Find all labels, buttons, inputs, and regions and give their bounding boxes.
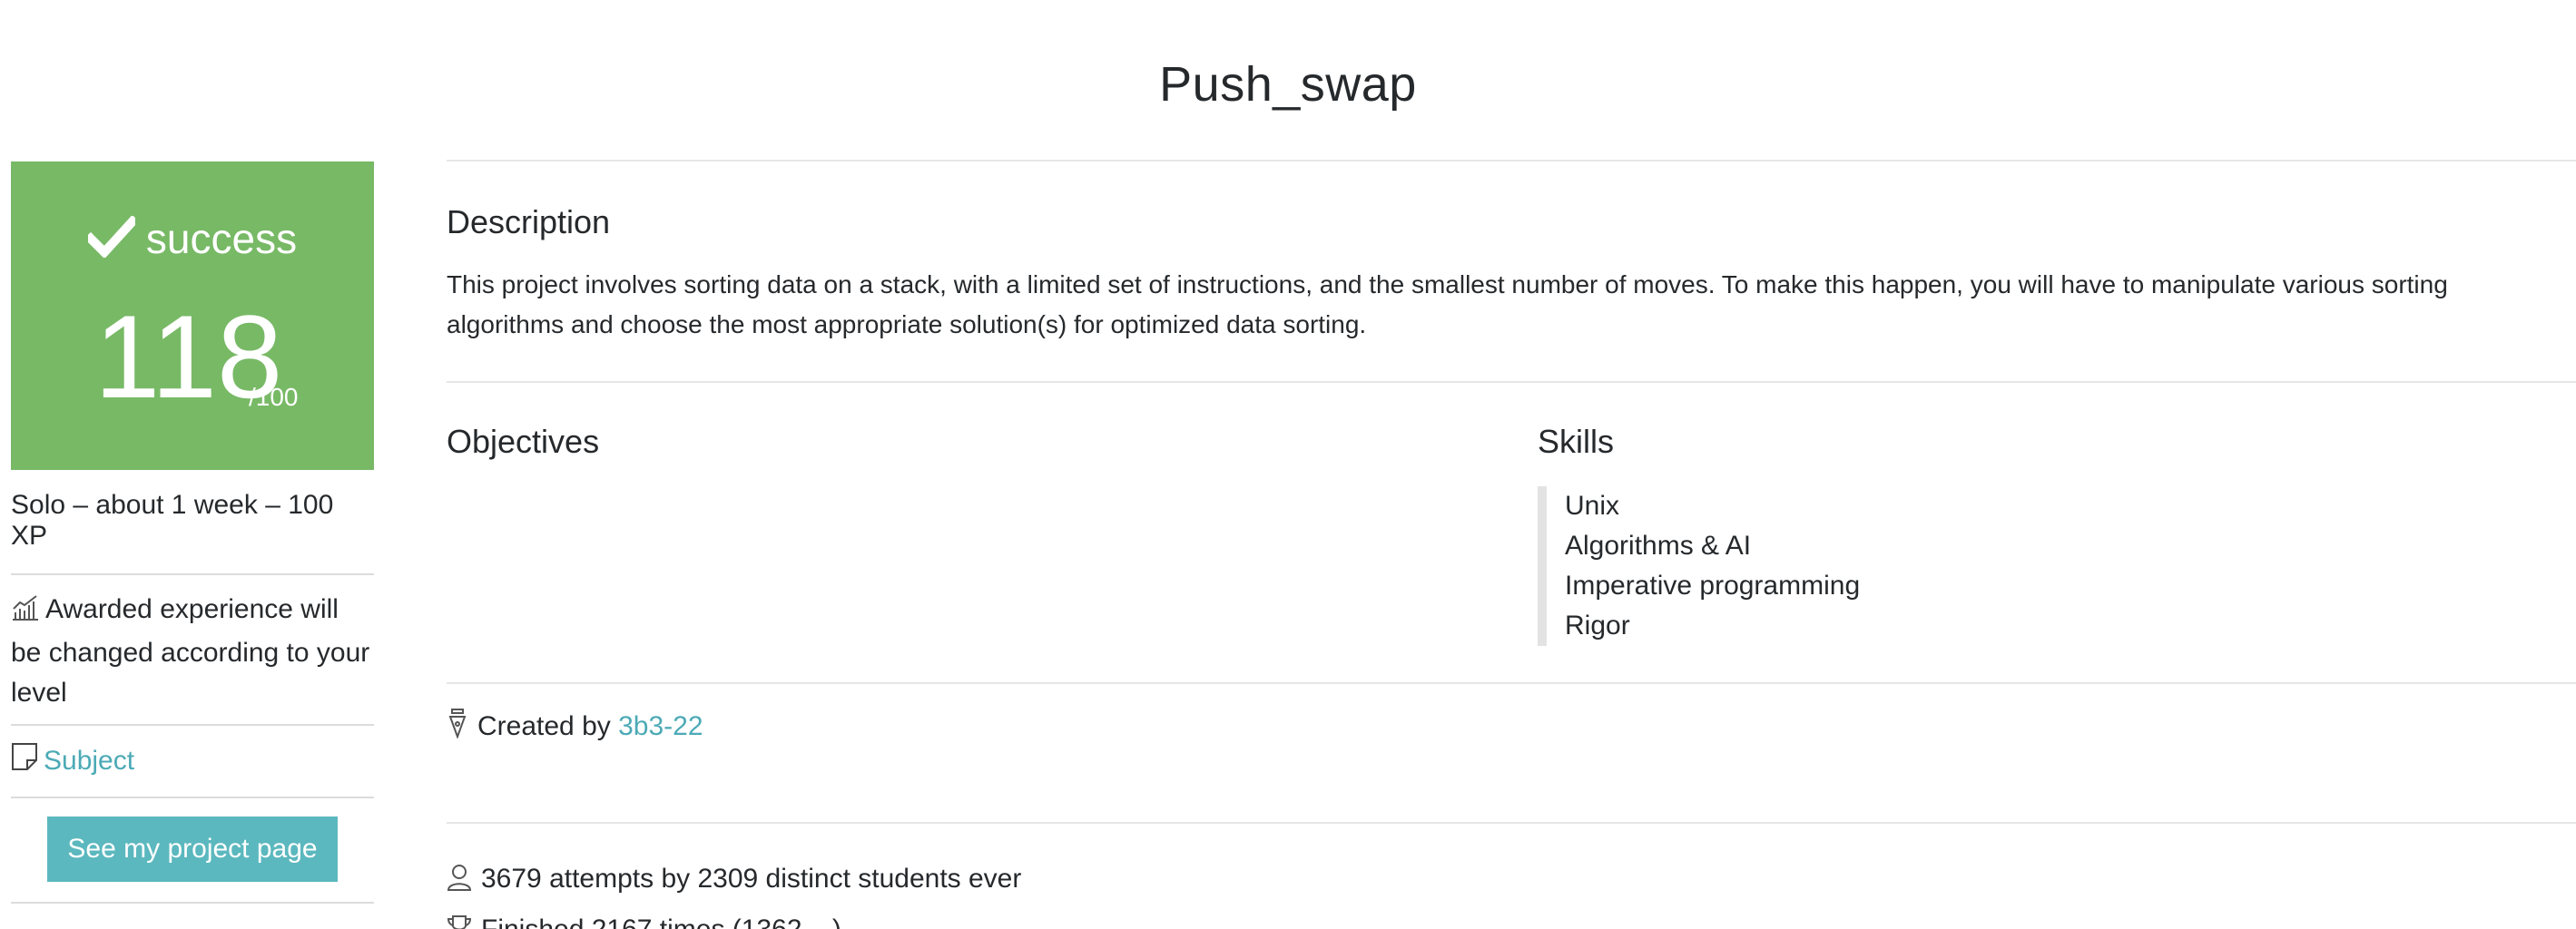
- pen-nib-icon: [447, 708, 468, 746]
- skill-item: Imperative programming: [1565, 571, 1861, 601]
- user-icon: [447, 864, 472, 898]
- project-main: Description This project involves sortin…: [447, 160, 2576, 929]
- project-sidebar: success 118 /100 Solo – about 1 week – 1…: [11, 161, 374, 904]
- objectives-skills-section: Objectives Skills Unix Algorithms & AI I…: [447, 383, 2576, 682]
- project-stats: 3679 attempts by 2309 distinct students …: [447, 824, 2576, 929]
- skills-heading: Skills: [1538, 423, 1615, 460]
- objectives-heading: Objectives: [447, 423, 600, 460]
- page-title: Push_swap: [1159, 57, 1417, 112]
- objectives-column: Objectives: [447, 423, 599, 461]
- project-button-row: See my project page: [11, 798, 374, 904]
- experience-note-text: Awarded experience will be changed accor…: [11, 594, 370, 708]
- skill-item: Algorithms & AI: [1565, 531, 1752, 561]
- description-text: This project involves sorting data on a …: [447, 270, 2448, 338]
- description-heading: Description: [447, 203, 611, 240]
- chart-icon: [11, 593, 40, 633]
- finished-text: Finished 2167 times (1362 ...): [481, 914, 841, 929]
- trophy-icon: [447, 914, 472, 929]
- result-box: success 118 /100: [11, 161, 374, 470]
- project-meta: Solo – about 1 week – 100 XP: [11, 470, 374, 575]
- see-project-page-button[interactable]: See my project page: [47, 817, 338, 882]
- checkmark-icon: [84, 215, 139, 268]
- creator-link[interactable]: 3b3-22: [618, 711, 703, 741]
- experience-note: Awarded experience will be changed accor…: [11, 575, 374, 726]
- skill-item: Unix: [1565, 491, 1620, 521]
- creator-prefix: Created by: [477, 711, 611, 741]
- skills-column: Skills Unix Algorithms & AI Imperative p…: [1538, 423, 1860, 646]
- description-section: Description This project involves sortin…: [447, 161, 2576, 381]
- attempts-line: 3679 attempts by 2309 distinct students …: [447, 864, 2576, 898]
- result-max: /100: [249, 383, 299, 411]
- attempts-text: 3679 attempts by 2309 distinct students …: [481, 864, 1022, 894]
- subject-link[interactable]: Subject: [44, 746, 134, 776]
- result-status: success: [11, 214, 374, 268]
- skill-item: Rigor: [1565, 611, 1630, 641]
- creator-row: Created by 3b3-22: [447, 684, 2576, 822]
- skills-list: Unix Algorithms & AI Imperative programm…: [1538, 486, 1860, 646]
- subject-row: Subject: [11, 726, 374, 798]
- result-status-label: success: [145, 215, 298, 262]
- finished-line: Finished 2167 times (1362 ...): [447, 914, 2576, 929]
- document-icon: [11, 742, 38, 778]
